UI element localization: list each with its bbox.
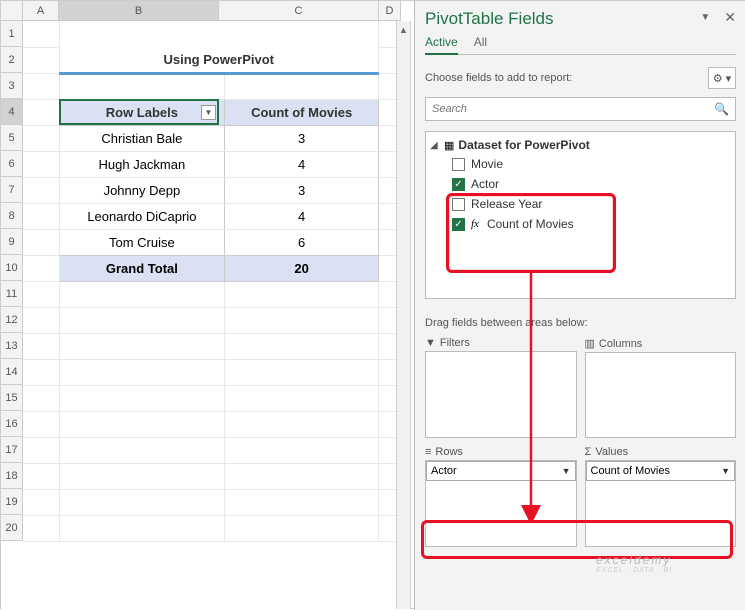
- field-row[interactable]: ✓ fx Count of Movies: [428, 214, 733, 234]
- table-title: [59, 21, 379, 47]
- table-cell[interactable]: Christian Bale: [59, 125, 225, 151]
- row-header-10[interactable]: 10: [1, 255, 23, 281]
- scrollbar-vertical[interactable]: ▲: [396, 21, 411, 609]
- row-header-13[interactable]: 13: [1, 333, 23, 359]
- row-header-6[interactable]: 6: [1, 151, 23, 177]
- close-icon[interactable]: ✕: [724, 9, 736, 26]
- collapse-icon[interactable]: ◢: [430, 140, 440, 151]
- table-cell[interactable]: Hugh Jackman: [59, 151, 225, 177]
- checkbox-checked[interactable]: ✓: [452, 178, 465, 191]
- search-icon: 🔍: [714, 102, 729, 116]
- table-cell[interactable]: Johnny Depp: [59, 177, 225, 203]
- grand-total-value[interactable]: 20: [225, 255, 379, 281]
- header-row-labels[interactable]: Row Labels: [59, 99, 225, 125]
- field-row[interactable]: Release Year: [428, 194, 733, 214]
- watermark: exceldemy EXCEL · DATA · BI: [596, 553, 672, 574]
- rows-area-item[interactable]: Actor ▼: [426, 461, 576, 481]
- chevron-down-icon[interactable]: ▼: [700, 12, 710, 23]
- row-header-16[interactable]: 16: [1, 411, 23, 437]
- col-header-a[interactable]: A: [23, 1, 59, 21]
- search-input[interactable]: [432, 103, 714, 115]
- area-item-label: Actor: [431, 465, 457, 477]
- select-all-cell[interactable]: [1, 1, 23, 21]
- table-cell[interactable]: 4: [225, 151, 379, 177]
- col-header-d[interactable]: D: [379, 1, 401, 21]
- row-header-18[interactable]: 18: [1, 463, 23, 489]
- tab-active[interactable]: Active: [425, 35, 458, 55]
- field-label: Release Year: [471, 197, 542, 211]
- panel-tabs: Active All: [425, 35, 736, 55]
- values-area[interactable]: ΣValues Count of Movies ▼: [585, 446, 737, 547]
- table-cell[interactable]: 3: [225, 125, 379, 151]
- filter-dropdown-button[interactable]: ▼: [201, 105, 216, 120]
- column-headers: A B C D: [1, 1, 401, 21]
- gear-button[interactable]: ⚙ ▾: [708, 67, 736, 89]
- row-header-2[interactable]: 2: [1, 47, 23, 73]
- checkbox[interactable]: [452, 198, 465, 211]
- table-cell[interactable]: 4: [225, 203, 379, 229]
- panel-hint: Choose fields to add to report:: [425, 72, 572, 84]
- checkbox[interactable]: [452, 158, 465, 171]
- field-label: Movie: [471, 157, 503, 171]
- header-count[interactable]: Count of Movies: [225, 99, 379, 125]
- row-header-9[interactable]: 9: [1, 229, 23, 255]
- row-header-15[interactable]: 15: [1, 385, 23, 411]
- row-header-1[interactable]: 1: [1, 21, 23, 47]
- area-item-label: Count of Movies: [591, 465, 670, 477]
- area-label: Filters: [440, 337, 470, 349]
- pivot-fields-panel: PivotTable Fields ▼ ✕ Active All Choose …: [414, 1, 745, 610]
- fx-icon: fx: [471, 218, 479, 230]
- field-row[interactable]: Movie: [428, 154, 733, 174]
- table-cell[interactable]: Tom Cruise: [59, 229, 225, 255]
- table-name: Dataset for PowerPivot: [458, 138, 589, 152]
- area-label: Values: [595, 446, 628, 458]
- scroll-up-button[interactable]: ▲: [397, 21, 410, 39]
- filters-area[interactable]: ▼ Filters: [425, 337, 577, 438]
- row-header-17[interactable]: 17: [1, 437, 23, 463]
- row-header-4[interactable]: 4: [1, 99, 23, 125]
- checkbox-checked[interactable]: ✓: [452, 218, 465, 231]
- table-cell[interactable]: Leonardo DiCaprio: [59, 203, 225, 229]
- row-header-11[interactable]: 11: [1, 281, 23, 307]
- row-header-8[interactable]: 8: [1, 203, 23, 229]
- row-header-5[interactable]: 5: [1, 125, 23, 151]
- row-header-12[interactable]: 12: [1, 307, 23, 333]
- row-header-14[interactable]: 14: [1, 359, 23, 385]
- field-label: Count of Movies: [487, 217, 574, 231]
- field-list[interactable]: ◢ ▦ Dataset for PowerPivot Movie ✓Actor …: [425, 131, 736, 299]
- spreadsheet: A B C D 1234567891011121314151617181920 …: [1, 1, 401, 610]
- col-header-b[interactable]: B: [59, 1, 219, 21]
- tab-all[interactable]: All: [474, 35, 487, 54]
- table-cell[interactable]: 3: [225, 177, 379, 203]
- areas-hint: Drag fields between areas below:: [425, 317, 736, 329]
- panel-title: PivotTable Fields: [425, 9, 554, 29]
- grand-total-label[interactable]: Grand Total: [59, 255, 225, 281]
- values-area-item[interactable]: Count of Movies ▼: [586, 461, 736, 481]
- search-field[interactable]: 🔍: [425, 97, 736, 121]
- filter-icon: ▼: [425, 337, 436, 349]
- rows-icon: ≡: [425, 446, 431, 458]
- field-row[interactable]: ✓ Actor: [428, 174, 733, 194]
- row-header-3[interactable]: 3: [1, 73, 23, 99]
- table-title: Using PowerPivot: [59, 47, 379, 73]
- area-label: Columns: [599, 338, 642, 350]
- chevron-down-icon[interactable]: ▼: [562, 466, 571, 476]
- row-headers: 1234567891011121314151617181920: [1, 21, 23, 542]
- col-header-c[interactable]: C: [219, 1, 379, 21]
- chevron-down-icon[interactable]: ▼: [721, 466, 730, 476]
- rows-area[interactable]: ≡ Rows Actor ▼: [425, 446, 577, 547]
- table-cell[interactable]: 6: [225, 229, 379, 255]
- columns-icon: ▥: [585, 337, 595, 350]
- sigma-icon: Σ: [585, 446, 592, 458]
- row-header-20[interactable]: 20: [1, 515, 23, 541]
- field-label: Actor: [471, 177, 499, 191]
- row-header-19[interactable]: 19: [1, 489, 23, 515]
- table-icon: ▦: [444, 139, 454, 152]
- columns-area[interactable]: ▥ Columns: [585, 337, 737, 438]
- row-header-7[interactable]: 7: [1, 177, 23, 203]
- area-label: Rows: [435, 446, 463, 458]
